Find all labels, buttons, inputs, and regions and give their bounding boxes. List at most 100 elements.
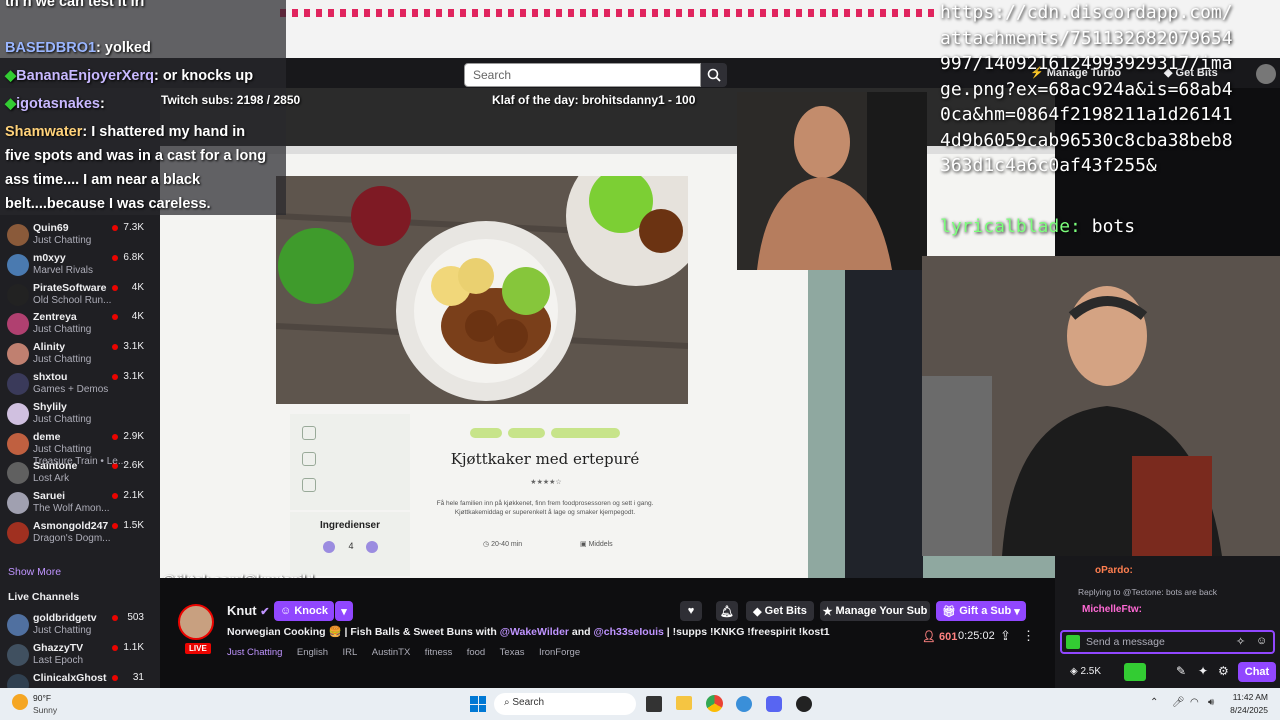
live-dot [112, 314, 118, 321]
prediction-icon[interactable] [1124, 663, 1146, 681]
channel-name: m0xyy [33, 251, 66, 264]
emote-picker-icon[interactable]: ✦ [1198, 664, 1208, 678]
magic-icon[interactable]: ✧ [1236, 635, 1245, 648]
show-more-link[interactable]: Show More [8, 566, 61, 578]
stream-tags: Just Chatting English IRL AustinTX fitne… [227, 642, 590, 660]
increase-portion-button[interactable] [366, 541, 378, 553]
recipe-time: ◷ 20-40 min [483, 541, 523, 548]
tag[interactable]: fitness [425, 647, 452, 658]
manage-sub-button[interactable]: ★ Manage Your Sub [820, 601, 930, 621]
sidebar-channel[interactable]: shxtou Games + Demos 3.1K [0, 369, 150, 399]
gear-icon[interactable]: ⚙ [1218, 664, 1229, 678]
live-dot [112, 644, 118, 651]
chevron-down-icon[interactable]: ▾ [335, 601, 353, 621]
tag[interactable]: AustinTX [372, 647, 411, 658]
bell-icon[interactable]: 🔔︎ [716, 601, 738, 621]
streamer-name[interactable]: Knut ✔ [227, 603, 269, 618]
channel-subtitle: Treasure Train • Le... [33, 456, 127, 467]
decor-strip [280, 9, 940, 17]
more-options-icon[interactable]: ⋮ [1022, 628, 1035, 644]
live-dot [112, 254, 118, 261]
taskbar-search[interactable]: ⌕ Search [494, 693, 636, 715]
viewer-count: 31 [132, 671, 144, 683]
weather-temp[interactable]: 90°F [33, 693, 51, 703]
discord-icon[interactable] [766, 696, 782, 712]
chat-input[interactable]: Send a message ✧ ☺ [1060, 630, 1275, 654]
microphone-icon[interactable]: 🎤︎ [1172, 697, 1185, 708]
volume-icon[interactable]: 🔊︎ [1208, 697, 1214, 708]
sidebar-channel[interactable]: PirateSoftware Old School Run... 4K [0, 280, 150, 310]
sidebar-channel[interactable]: deme Just Chatting 2.9K [0, 429, 150, 459]
viewer-count: 👤︎ 601 [922, 631, 958, 643]
avatar[interactable] [1256, 64, 1276, 84]
channel-avatar [7, 522, 29, 544]
chrome-icon[interactable] [706, 695, 723, 712]
channel-points[interactable]: ◈ 2.5K [1070, 666, 1101, 677]
search-input[interactable]: Search [464, 63, 701, 87]
heart-icon[interactable] [302, 426, 316, 440]
chat-send-button[interactable]: Chat [1238, 662, 1276, 682]
viewer-count: 3.1K [123, 371, 144, 382]
channel-category: Lost Ark [33, 473, 70, 485]
channel-avatar [7, 313, 29, 336]
channel-category: Dragon's Dogm... [33, 533, 111, 544]
sidebar-channel[interactable]: goldbridgetv Just Chatting 503 [0, 610, 150, 640]
task-view-icon[interactable] [646, 696, 662, 712]
viewer-count: 7.3K [123, 222, 144, 233]
portion-count: 4 [348, 541, 354, 551]
emote-icon[interactable]: ☺ [1256, 635, 1267, 647]
sidebar-channel[interactable]: GhazzyTV Last Epoch 1.1K [0, 640, 150, 670]
overlay-chat-user: BASEDBRO1: yolked [5, 40, 151, 56]
live-dot [112, 284, 118, 291]
streamer-avatar[interactable] [178, 604, 214, 640]
channel-category: Just Chatting [33, 413, 92, 425]
clock-time[interactable]: 11:42 AM [1226, 692, 1268, 702]
recipe-actions-panel [290, 414, 410, 510]
sidebar-channel[interactable]: Quin69 Just Chatting 7.3K [0, 220, 150, 250]
live-dot [112, 523, 118, 529]
sidebar-channel[interactable]: Shylily Just Chatting [0, 399, 150, 429]
gift-sub-button[interactable]: 🎁︎ Gift a Sub ▾ [936, 601, 1026, 621]
sidebar-channel[interactable]: Alinity Just Chatting 3.1K [0, 339, 150, 369]
chevron-up-icon[interactable]: ⌃ [1150, 697, 1158, 708]
verified-icon: ✔ [260, 606, 270, 618]
windows-start-icon[interactable] [470, 696, 486, 712]
network-icon[interactable]: ◠ [1190, 697, 1199, 708]
edge-icon[interactable] [736, 696, 752, 712]
heart-follow-button[interactable]: ♥ [680, 601, 702, 621]
calendar-icon[interactable] [302, 478, 316, 492]
chat-username: oPardo: [1095, 565, 1133, 576]
get-bits-button[interactable]: ◆ Get Bits [746, 601, 814, 621]
pencil-icon[interactable]: ✎ [1176, 664, 1186, 678]
knock-button[interactable]: ☺ Knock [274, 601, 334, 621]
channel-name: shxtou [33, 371, 68, 383]
list-icon[interactable] [302, 452, 316, 466]
decrease-portion-button[interactable] [323, 541, 335, 553]
category-link[interactable]: Just Chatting [227, 647, 282, 658]
channel-avatar [7, 462, 29, 485]
obs-icon[interactable] [796, 696, 812, 712]
overlay-chat-line: belt....because I was careless. [5, 196, 211, 212]
viewer-count: 2.1K [123, 490, 144, 502]
sidebar-channel[interactable]: m0xyy Marvel Rivals 6.8K [0, 250, 150, 280]
sidebar-channel[interactable]: Asmongold247 Dragon's Dogm... 1.5K [0, 518, 150, 548]
streamer-webcam [922, 256, 1280, 556]
live-dot [112, 225, 118, 231]
tag[interactable]: Texas [500, 647, 525, 658]
search-button[interactable] [701, 63, 727, 87]
tag[interactable]: IronForge [539, 647, 580, 658]
tag[interactable]: English [297, 647, 328, 658]
sidebar-channel[interactable]: Zentreya Just Chatting 4K [0, 309, 150, 339]
sidebar-channel[interactable]: Saruei The Wolf Amon... 2.1K [0, 488, 150, 518]
streamer-person-image [922, 256, 1280, 556]
tag[interactable]: IRL [343, 647, 358, 658]
clock-date[interactable]: 8/24/2025 [1226, 705, 1268, 715]
share-icon[interactable]: ⇪ [1000, 628, 1011, 644]
tag[interactable]: food [467, 647, 486, 658]
subs-counter: Twitch subs: 2198 / 2850 [161, 93, 301, 107]
file-explorer-icon[interactable] [676, 696, 692, 710]
channel-name: ClinicalxGhost [33, 671, 107, 684]
chat-username: MichelleFtw: [1082, 604, 1143, 615]
bits-icon[interactable] [1066, 635, 1080, 649]
live-badge: LIVE [185, 643, 211, 654]
